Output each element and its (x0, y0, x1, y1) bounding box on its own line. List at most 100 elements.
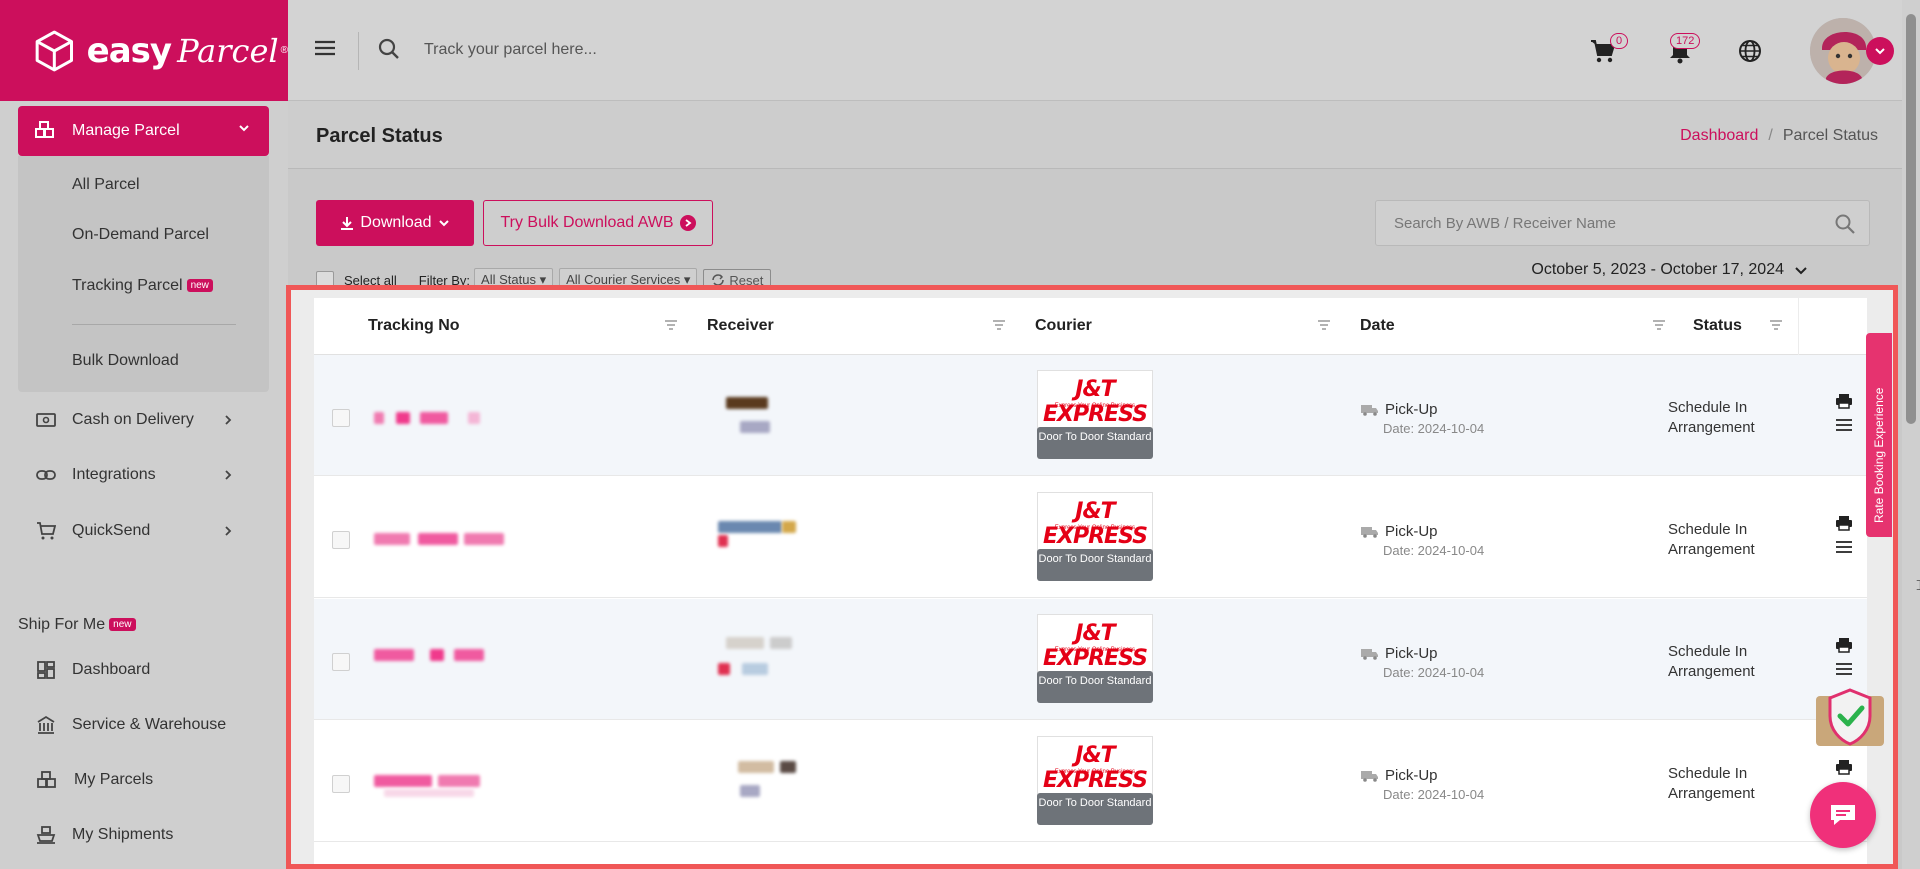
brand-name: easy (86, 30, 172, 71)
main-content: Parcel Status Dashboard / Parcel Status Do… (286, 101, 1902, 869)
parcel-table-frame: Tracking No Receiver Courier Date Status (286, 285, 1898, 869)
scrollbar-thumb[interactable] (1906, 14, 1916, 424)
manage-parcel-submenu: All Parcel On-Demand Parcel Tracking Par… (18, 156, 269, 392)
redacted-receiver (718, 521, 782, 533)
avatar-dropdown-button[interactable] (1866, 37, 1894, 65)
brand-logo[interactable]: easy Parcel ® (0, 0, 288, 101)
download-icon (341, 217, 354, 230)
pickup-date: Date: 2024-10-04 (1383, 421, 1485, 436)
page-title: Parcel Status (316, 125, 443, 147)
rate-booking-experience-tab[interactable]: Rate Booking Experience (1866, 333, 1892, 537)
menu-manage-parcel[interactable]: Manage Parcel (18, 106, 269, 156)
status-text: Schedule In Arrangement (1668, 521, 1755, 558)
chat-button[interactable] (1810, 782, 1876, 848)
redacted-tracking-no (438, 775, 480, 787)
pickup-date: Date: 2024-10-04 (1383, 543, 1485, 558)
courier-name: J&T EXPRESS (1043, 377, 1148, 427)
pickup-date: Date: 2024-10-04 (1383, 787, 1485, 802)
cart-plus-icon (37, 522, 56, 540)
print-icon[interactable] (1835, 515, 1853, 531)
search-icon (378, 38, 399, 59)
chevron-down-icon (1795, 267, 1807, 275)
redacted-tracking-no (420, 412, 448, 424)
sidebar-item-service-warehouse[interactable]: Service & Warehouse (36, 715, 256, 735)
row-checkbox[interactable] (332, 409, 350, 427)
table-row[interactable]: J&T EXPRESS Express Your Online Business… (314, 599, 1867, 720)
shield-check-icon[interactable] (1812, 686, 1888, 750)
sidebar-item-quicksend[interactable]: QuickSend (36, 521, 256, 541)
print-icon[interactable] (1835, 393, 1853, 409)
redacted-tracking-no (374, 412, 384, 424)
redacted-receiver (718, 663, 730, 675)
truck-icon (1361, 770, 1378, 782)
print-icon[interactable] (1835, 637, 1853, 653)
brand-script: Parcel (177, 31, 279, 70)
column-receiver[interactable]: Receiver (707, 317, 774, 335)
redacted-tracking-no (374, 775, 432, 787)
sidebar-item-tracking-parcel[interactable]: Tracking Parcel new (72, 277, 213, 295)
redacted-tracking-no (454, 649, 484, 661)
sidebar-item-all-parcel[interactable]: All Parcel (72, 176, 140, 194)
redacted-tracking-no (468, 412, 480, 424)
service-badge: Door To Door Standard (1037, 793, 1153, 825)
sidebar: easy Parcel ® Manage Parcel All Parcel O… (0, 0, 288, 869)
status-text: Schedule In Arrangement (1668, 399, 1755, 436)
print-icon[interactable] (1835, 759, 1853, 775)
row-checkbox[interactable] (332, 653, 350, 671)
hamburger-menu-icon[interactable] (314, 39, 336, 57)
page-scrollbar[interactable] (1902, 0, 1920, 869)
chevron-down-icon (239, 125, 249, 132)
sort-icon[interactable] (664, 319, 678, 331)
redacted-receiver (740, 421, 770, 433)
download-button[interactable]: Download (316, 200, 474, 246)
sidebar-item-my-shipments[interactable]: My Shipments (36, 825, 256, 845)
track-parcel-input[interactable]: Track your parcel here... (424, 41, 597, 59)
sidebar-item-bulk-download[interactable]: Bulk Download (72, 352, 179, 370)
arrow-right-icon (679, 215, 696, 231)
sort-icon[interactable] (1317, 319, 1331, 331)
courier-name: J&T EXPRESS (1043, 621, 1148, 671)
menu-lines-icon[interactable] (1835, 418, 1853, 432)
sidebar-item-my-parcels[interactable]: My Parcels (36, 770, 256, 790)
sidebar-item-dashboard[interactable]: Dashboard (36, 660, 256, 680)
sort-icon[interactable] (1769, 319, 1783, 331)
table-row[interactable]: J&T EXPRESS Express Your Online Business… (314, 721, 1867, 842)
truck-icon (1361, 404, 1378, 416)
column-status[interactable]: Status (1693, 317, 1742, 335)
warehouse-icon (37, 715, 55, 734)
chevron-down-icon (438, 220, 449, 227)
courier-tagline: Express Your Online Business (1054, 647, 1136, 653)
topbar-divider (358, 32, 359, 70)
table-row[interactable]: J&T EXPRESS Express Your Online Business… (314, 477, 1867, 598)
sidebar-item-cash-on-delivery[interactable]: Cash on Delivery (36, 411, 256, 429)
sidebar-item-on-demand-parcel[interactable]: On-Demand Parcel (72, 226, 209, 244)
topbar: Track your parcel here... 0 172 (288, 0, 1902, 101)
awb-search-box[interactable] (1375, 200, 1870, 246)
bulk-download-awb-button[interactable]: Try Bulk Download AWB (483, 200, 713, 246)
search-icon[interactable] (1835, 214, 1855, 234)
courier-name: J&T EXPRESS (1043, 743, 1148, 793)
breadcrumb-current: Parcel Status (1782, 127, 1878, 144)
sort-icon[interactable] (992, 319, 1006, 331)
row-checkbox[interactable] (332, 531, 350, 549)
column-courier[interactable]: Courier (1035, 317, 1092, 335)
awb-search-input[interactable] (1376, 201, 1796, 245)
header-divider (1798, 298, 1799, 355)
menu-lines-icon[interactable] (1835, 540, 1853, 554)
chat-icon (1831, 805, 1855, 825)
column-date[interactable]: Date (1360, 317, 1395, 335)
courier-name: J&T EXPRESS (1043, 499, 1148, 549)
breadcrumb-dashboard-link[interactable]: Dashboard (1680, 127, 1758, 144)
breadcrumb-separator: / (1768, 127, 1773, 144)
redacted-tracking-no (418, 533, 458, 545)
date-range-picker[interactable]: October 5, 2023 - October 17, 2024 (1531, 261, 1808, 279)
globe-icon[interactable] (1738, 39, 1762, 63)
pickup-event: Pick-Up (1361, 767, 1438, 784)
column-tracking-no[interactable]: Tracking No (368, 317, 460, 335)
menu-lines-icon[interactable] (1835, 662, 1853, 676)
row-checkbox[interactable] (332, 775, 350, 793)
sort-icon[interactable] (1652, 319, 1666, 331)
sidebar-item-integrations[interactable]: Integrations (36, 466, 256, 484)
redacted-receiver (782, 521, 796, 533)
table-row[interactable]: J&T EXPRESS Express Your Online Business… (314, 355, 1867, 476)
